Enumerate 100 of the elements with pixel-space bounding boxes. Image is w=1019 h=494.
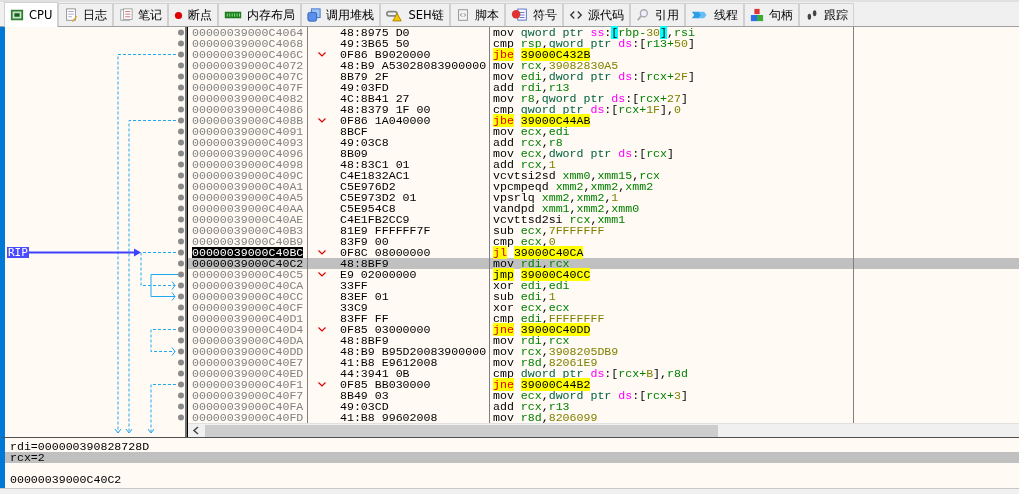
breakpoint-dot[interactable] [178,359,184,366]
instruction: jbe 39000C44AB [493,115,591,126]
instruction-bytes: 49:03C8 [340,137,389,148]
address: 00000039000C40E7 [192,357,304,368]
disassembly-row[interactable]: 00000039000C4064 48:8975 D0 mov qword ptr ss:[rbp-30],rsi [188,27,1019,38]
breakpoint-dot[interactable] [178,205,184,212]
instruction: cmp dword ptr ds:[rcx+B],r8d [493,368,688,379]
breakpoint-dot[interactable] [178,172,184,179]
instruction-bytes: 0F86 1A040000 [340,115,431,126]
info-address: 00000039000C40C2 [9,474,123,485]
breakpoint-dot[interactable] [178,315,184,322]
tab[interactable]: 脚本 [449,3,505,26]
disassembly-row[interactable]: 00000039000C40DD 48:B9 B95D20083900000 mov rcx,3908205DB9 [188,346,1019,357]
breakpoint-dot[interactable] [178,183,184,190]
disassembly-row[interactable]: 00000039000C40A5 C5E973D2 01 vpsrlq xmm2,xmm2,1 [188,192,1019,203]
disassembly-row[interactable]: 00000039000C4096 8B09 mov ecx,dword ptr ds:[rcx] [188,148,1019,159]
tab[interactable]: CPU [4,2,59,27]
disassembly-row[interactable]: 00000039000C40CF 33C9 xor ecx,ecx [188,302,1019,313]
breakpoint-dot[interactable] [178,348,184,355]
instruction-bytes: 4C:8B41 27 [340,93,410,104]
tab[interactable]: 内存布局 [218,3,302,26]
instruction: vcvtsi2sd xmm0,xmm15,rcx [493,170,661,181]
breakpoint-dot[interactable] [178,337,184,344]
breakpoint-dot[interactable] [178,62,184,69]
scrollbar-thumb[interactable] [205,425,718,437]
breakpoint-dot[interactable] [178,227,184,234]
disassembly-row[interactable]: 00000039000C40CA 33FF xor edi,edi [188,280,1019,291]
disassembly-row[interactable]: 00000039000C40FA 49:03CD add rcx,r13 [188,401,1019,412]
tab[interactable]: 笔记 [113,3,169,26]
breakpoint-dot[interactable] [178,216,184,223]
breakpoint-dot[interactable] [178,106,184,113]
tab[interactable]: 句柄 [743,3,799,26]
breakpoint-dot[interactable] [178,249,184,256]
disassembly-row[interactable]: 00000039000C409C C4E1832AC1 vcvtsi2sd xmm0,xmm15,rcx [188,170,1019,181]
disassembly-row[interactable]: 00000039000C4093 49:03C8 add rcx,r8 [188,137,1019,148]
disassembly-row[interactable]: 00000039000C40E7 41:B8 E9612008 mov r8d,82061E9 [188,357,1019,368]
instruction-bytes: 49:3B65 50 [340,38,410,49]
disassembly-row[interactable]: 00000039000C40A1 C5E976D2 vpcmpeqd xmm2,xmm2,xmm2 [188,181,1019,192]
disassembly-row[interactable]: 00000039000C40C2 48:8BF9 mov rdi,rcx [188,258,1019,269]
breakpoint-dot[interactable] [178,304,184,311]
breakpoint-dot[interactable] [178,414,184,421]
disassembly-row[interactable]: 00000039000C4082 4C:8B41 27 mov r8,qword ptr ds:[rcx+27] [188,93,1019,104]
breakpoint-dot[interactable] [178,370,184,377]
address: 00000039000C4082 [192,93,304,104]
breakpoint-dot[interactable] [178,194,184,201]
breakpoint-dot[interactable] [178,260,184,267]
address: 00000039000C40B9 [192,236,304,247]
tab[interactable]: 日志 [58,3,114,26]
instruction: vpsrlq xmm2,xmm2,1 [493,192,619,203]
breakpoint-dot[interactable] [178,381,184,388]
breakpoint-dot[interactable] [178,271,184,278]
breakpoint-dot[interactable] [178,29,184,36]
tab[interactable]: 源代码 [562,3,630,26]
disassembly-row[interactable]: 00000039000C40AE C4E1FB2CC9 vcvttsd2si rcx,xmm1 [188,214,1019,225]
disassembly-row[interactable]: 00000039000C40B3 81E9 FFFFFF7F sub ecx,7FFFFFFF [188,225,1019,236]
address: 00000039000C4072 [192,60,304,71]
disassembly-row[interactable]: 00000039000C40D4 0F85 03000000 jne 39000C40DD [188,324,1019,335]
disassembly-row[interactable]: 00000039000C40C5 E9 02000000 jmp 39000C40CC [188,269,1019,280]
disassembly-row[interactable]: 00000039000C40CC 83EF 01 sub edi,1 [188,291,1019,302]
instruction: cmp edi,FFFFFFFF [493,313,605,324]
disassembly-row[interactable]: 00000039000C40AA C5E954C8 vandpd xmm1,xmm2,xmm0 [188,203,1019,214]
breakpoint-dot[interactable] [178,51,184,58]
disassembly-row[interactable]: 00000039000C4072 48:B9 A53028083900000 mov rcx,39082830A5 [188,60,1019,71]
blocks-icon [749,8,764,22]
disassembly-row[interactable]: 00000039000C407F 49:03FD add rdi,r13 [188,82,1019,93]
instruction: mov edi,dword ptr ds:[rcx+2F] [493,71,695,82]
instruction: mov r8d,8206099 [493,412,598,423]
disassembly-row[interactable]: 00000039000C4091 8BCF mov ecx,edi [188,126,1019,137]
breakpoint-dot[interactable] [178,117,184,124]
disassembly-row[interactable]: 00000039000C40DA 48:8BF9 mov rdi,rcx [188,335,1019,346]
disassembly-row[interactable]: 00000039000C406C 0F86 B9020000 jbe 39000C432B [188,49,1019,60]
tab[interactable]: 线程 [684,3,744,26]
instruction-bytes: 0F86 B9020000 [340,49,431,60]
disassembly-row[interactable]: 00000039000C40F7 8B49 03 mov ecx,dword ptr ds:[rcx+3] [188,390,1019,401]
breakpoint-dot[interactable] [178,282,184,289]
disassembly-row[interactable]: 00000039000C40F1 0F85 BB030000 jne 39000C44B2 [188,379,1019,390]
tab[interactable]: 跟踪 [798,3,854,26]
breakpoint-dot[interactable] [178,40,184,47]
breakpoint-dot[interactable] [178,238,184,245]
address: 00000039000C40A1 [192,181,304,192]
disassembly-row[interactable]: 00000039000C407C 8B79 2F mov edi,dword ptr ds:[rcx+2F] [188,71,1019,82]
breakpoint-dot[interactable] [178,139,184,146]
disassembly-row[interactable]: 00000039000C408B 0F86 1A040000 jbe 39000C44AB [188,115,1019,126]
disassembly-row[interactable]: 00000039000C4098 48:83C1 01 add rcx,1 [188,159,1019,170]
breakpoint-dot[interactable] [178,403,184,410]
tab[interactable]: SEH链 [380,3,450,26]
tab[interactable]: 符号 [504,3,563,26]
breakpoint-dot[interactable] [178,95,184,102]
breakpoint-dot[interactable] [178,326,184,333]
breakpoint-dot[interactable] [178,73,184,80]
breakpoint-dot[interactable] [178,150,184,157]
tab[interactable]: 引用 [629,3,685,26]
tab[interactable]: 断点 [168,3,219,26]
breakpoint-dot[interactable] [178,161,184,168]
address: 00000039000C4093 [192,137,304,148]
breakpoint-dot[interactable] [178,84,184,91]
breakpoint-dot[interactable] [178,293,184,300]
breakpoint-dot[interactable] [178,128,184,135]
tab[interactable]: 调用堆栈 [301,3,381,26]
breakpoint-dot[interactable] [178,392,184,399]
